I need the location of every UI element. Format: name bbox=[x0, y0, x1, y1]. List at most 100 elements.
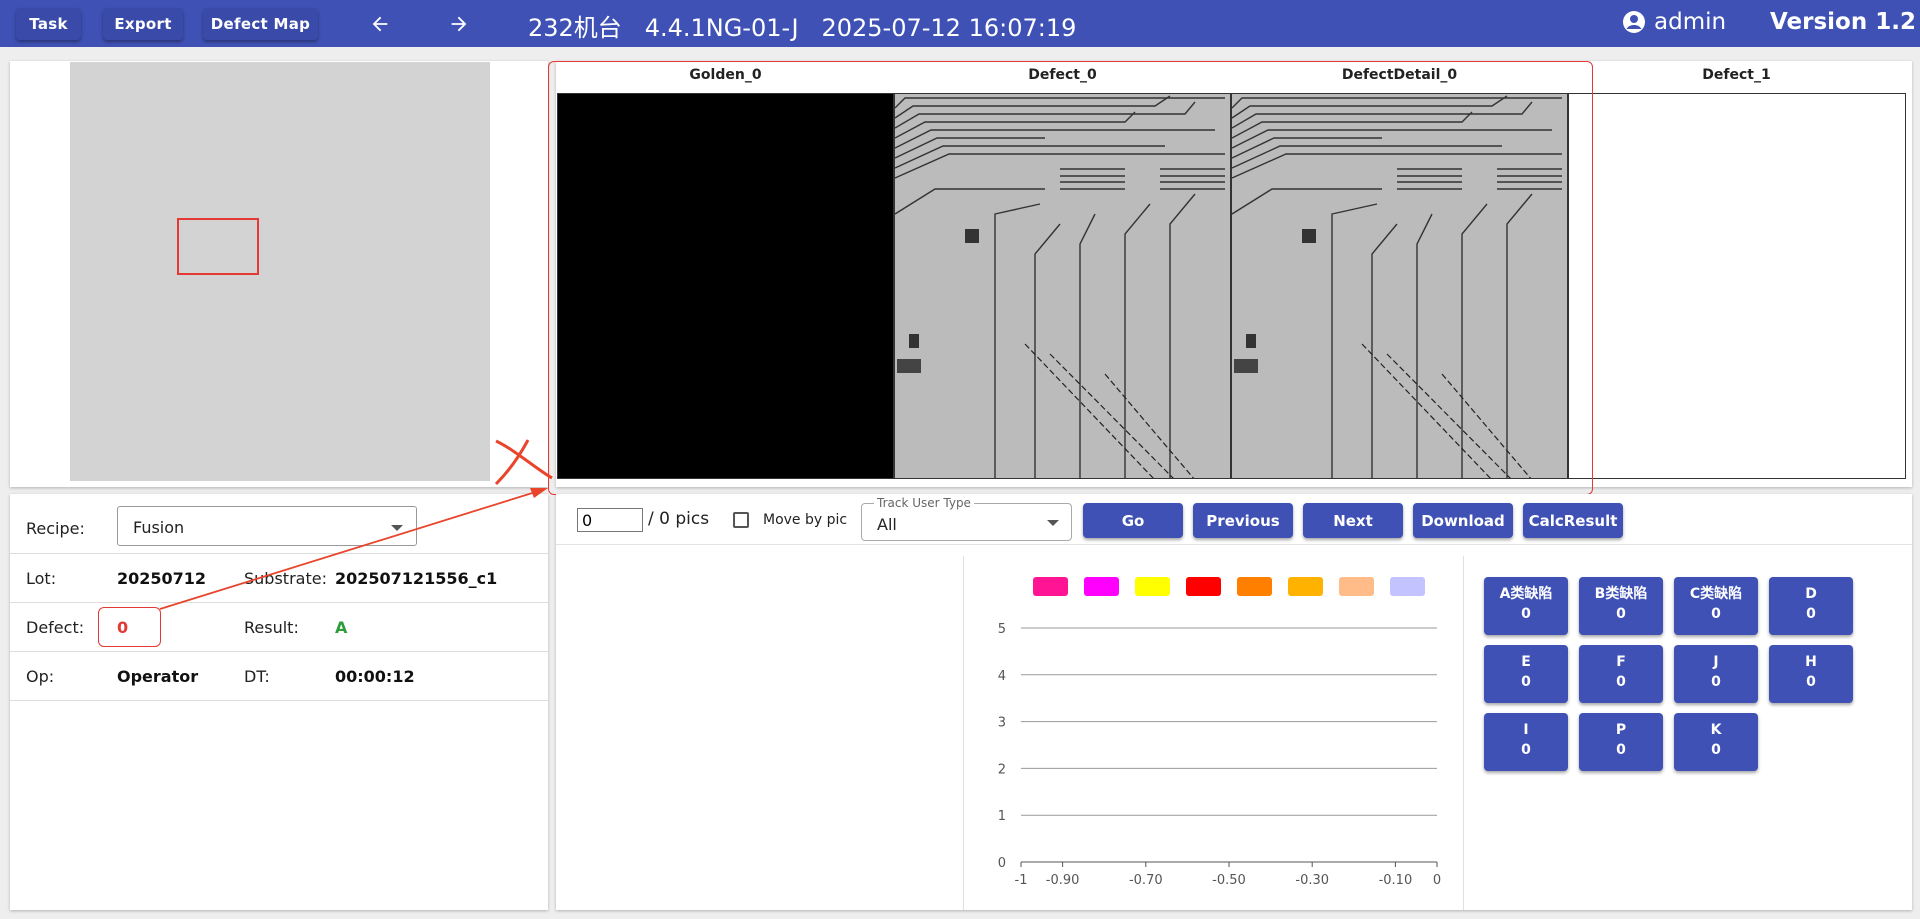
next-button[interactable]: Next bbox=[1303, 503, 1403, 538]
arrow-right-icon[interactable] bbox=[445, 10, 473, 38]
category-name: D bbox=[1805, 586, 1817, 602]
defect-detail-image[interactable] bbox=[1231, 93, 1568, 479]
image-title: Defect_0 bbox=[1028, 67, 1097, 83]
category-button[interactable]: A类缺陷 0 bbox=[1484, 577, 1568, 635]
wafer-map[interactable] bbox=[70, 62, 490, 481]
op-row bbox=[10, 652, 548, 701]
legend-swatch[interactable] bbox=[1288, 577, 1323, 596]
move-by-pic-label: Move by pic bbox=[763, 512, 848, 528]
category-count: 0 bbox=[1521, 742, 1531, 758]
download-button[interactable]: Download bbox=[1413, 503, 1513, 538]
defect-image[interactable] bbox=[894, 93, 1231, 479]
category-count: 0 bbox=[1806, 606, 1816, 622]
move-by-pic-checkbox[interactable] bbox=[733, 512, 749, 528]
y-tick-label: 3 bbox=[998, 716, 1006, 731]
chevron-down-icon bbox=[391, 525, 403, 531]
category-name: F bbox=[1616, 654, 1626, 670]
category-name: H bbox=[1805, 654, 1817, 670]
previous-button[interactable]: Previous bbox=[1193, 503, 1293, 538]
y-tick-label: 5 bbox=[998, 622, 1006, 637]
defect-chart: 0 1 2 3 4 5 -1 -0.90 -0.70 -0.50 -0.30 -0.10 0 bbox=[998, 622, 1441, 888]
dt-label: DT: bbox=[244, 667, 270, 686]
legend-swatch[interactable] bbox=[1339, 577, 1374, 596]
version-label: Version 1.2 bbox=[1770, 9, 1916, 35]
divider bbox=[556, 544, 1912, 545]
x-tick-label: -0.50 bbox=[1212, 873, 1246, 888]
x-tick-label: -0.70 bbox=[1129, 873, 1163, 888]
recipe-value: Fusion bbox=[133, 518, 185, 537]
pics-count: / 0 pics bbox=[648, 509, 710, 529]
recipe-select[interactable]: Fusion bbox=[117, 506, 417, 546]
category-name: J bbox=[1713, 654, 1719, 670]
category-button[interactable]: C类缺陷 0 bbox=[1674, 577, 1758, 635]
category-button[interactable]: E0 bbox=[1484, 645, 1568, 703]
defect-value: 0 bbox=[117, 618, 129, 637]
page-title: 232机台 4.4.1NG-01-J 2025-07-12 16:07:19 bbox=[528, 14, 1077, 42]
chart-right-divider bbox=[1463, 556, 1464, 910]
category-count: 0 bbox=[1616, 674, 1626, 690]
recipe-label: Recipe: bbox=[26, 519, 85, 538]
category-button[interactable]: I0 bbox=[1484, 713, 1568, 771]
export-button[interactable]: Export bbox=[103, 8, 183, 40]
category-button[interactable]: K0 bbox=[1674, 713, 1758, 771]
category-button[interactable]: P0 bbox=[1579, 713, 1663, 771]
x-tick-label: 0 bbox=[1433, 873, 1441, 888]
x-tick-label: -1 bbox=[1015, 873, 1028, 888]
golden-image[interactable] bbox=[557, 93, 894, 479]
legend-swatch[interactable] bbox=[1135, 577, 1170, 596]
category-count: 0 bbox=[1616, 742, 1626, 758]
track-user-type-label: Track User Type bbox=[874, 496, 974, 510]
x-tick-label: -0.30 bbox=[1295, 873, 1329, 888]
category-button[interactable]: F0 bbox=[1579, 645, 1663, 703]
go-button[interactable]: Go bbox=[1083, 503, 1183, 538]
legend-swatch[interactable] bbox=[1033, 577, 1068, 596]
legend-swatch[interactable] bbox=[1390, 577, 1425, 596]
substrate-value: 202507121556_c1 bbox=[335, 569, 498, 588]
image-title: DefectDetail_0 bbox=[1341, 67, 1458, 83]
username: admin bbox=[1654, 9, 1727, 35]
category-button[interactable]: J0 bbox=[1674, 645, 1758, 703]
category-count: 0 bbox=[1711, 742, 1721, 758]
category-button[interactable]: H0 bbox=[1769, 645, 1853, 703]
legend-swatch[interactable] bbox=[1237, 577, 1272, 596]
op-value: Operator bbox=[117, 667, 199, 686]
track-user-type-value: All bbox=[877, 515, 897, 534]
y-tick-label: 0 bbox=[998, 856, 1006, 871]
category-name: E bbox=[1521, 654, 1531, 670]
page-input[interactable] bbox=[577, 508, 643, 532]
legend-swatch[interactable] bbox=[1186, 577, 1221, 596]
task-button[interactable]: Task bbox=[16, 8, 81, 40]
category-button[interactable]: D0 bbox=[1769, 577, 1853, 635]
user-menu[interactable]: admin bbox=[1622, 9, 1726, 35]
op-label: Op: bbox=[26, 667, 55, 686]
lot-label: Lot: bbox=[26, 569, 57, 588]
category-count: 0 bbox=[1616, 606, 1626, 622]
result-value: A bbox=[335, 618, 348, 637]
category-count: 0 bbox=[1711, 606, 1721, 622]
category-name: A类缺陷 bbox=[1499, 586, 1553, 602]
chevron-down-icon bbox=[1047, 520, 1059, 526]
category-count: 0 bbox=[1806, 674, 1816, 690]
category-name: P bbox=[1615, 722, 1627, 738]
result-label: Result: bbox=[244, 618, 299, 637]
category-name: K bbox=[1710, 722, 1722, 738]
category-button[interactable]: B类缺陷 0 bbox=[1579, 577, 1663, 635]
wafer-selection-box bbox=[177, 218, 259, 275]
category-name: C类缺陷 bbox=[1689, 586, 1743, 602]
defect-highlight-box bbox=[98, 607, 161, 647]
defect-1-image[interactable] bbox=[1568, 93, 1906, 479]
image-title: Golden_0 bbox=[689, 67, 762, 83]
arrow-left-icon[interactable] bbox=[366, 10, 394, 38]
category-count: 0 bbox=[1711, 674, 1721, 690]
defect-map-button[interactable]: Defect Map bbox=[203, 8, 318, 40]
y-tick-label: 4 bbox=[998, 669, 1006, 684]
substrate-label: Substrate: bbox=[244, 569, 327, 588]
category-count: 0 bbox=[1521, 674, 1531, 690]
legend-swatch[interactable] bbox=[1084, 577, 1119, 596]
calc-result-button[interactable]: CalcResult bbox=[1523, 503, 1623, 538]
y-tick-label: 1 bbox=[998, 809, 1006, 824]
x-tick-label: -0.90 bbox=[1046, 873, 1080, 888]
track-user-type-select[interactable]: Track User Type All bbox=[861, 496, 1072, 541]
category-name: I bbox=[1523, 722, 1529, 738]
x-tick-label: -0.10 bbox=[1379, 873, 1413, 888]
